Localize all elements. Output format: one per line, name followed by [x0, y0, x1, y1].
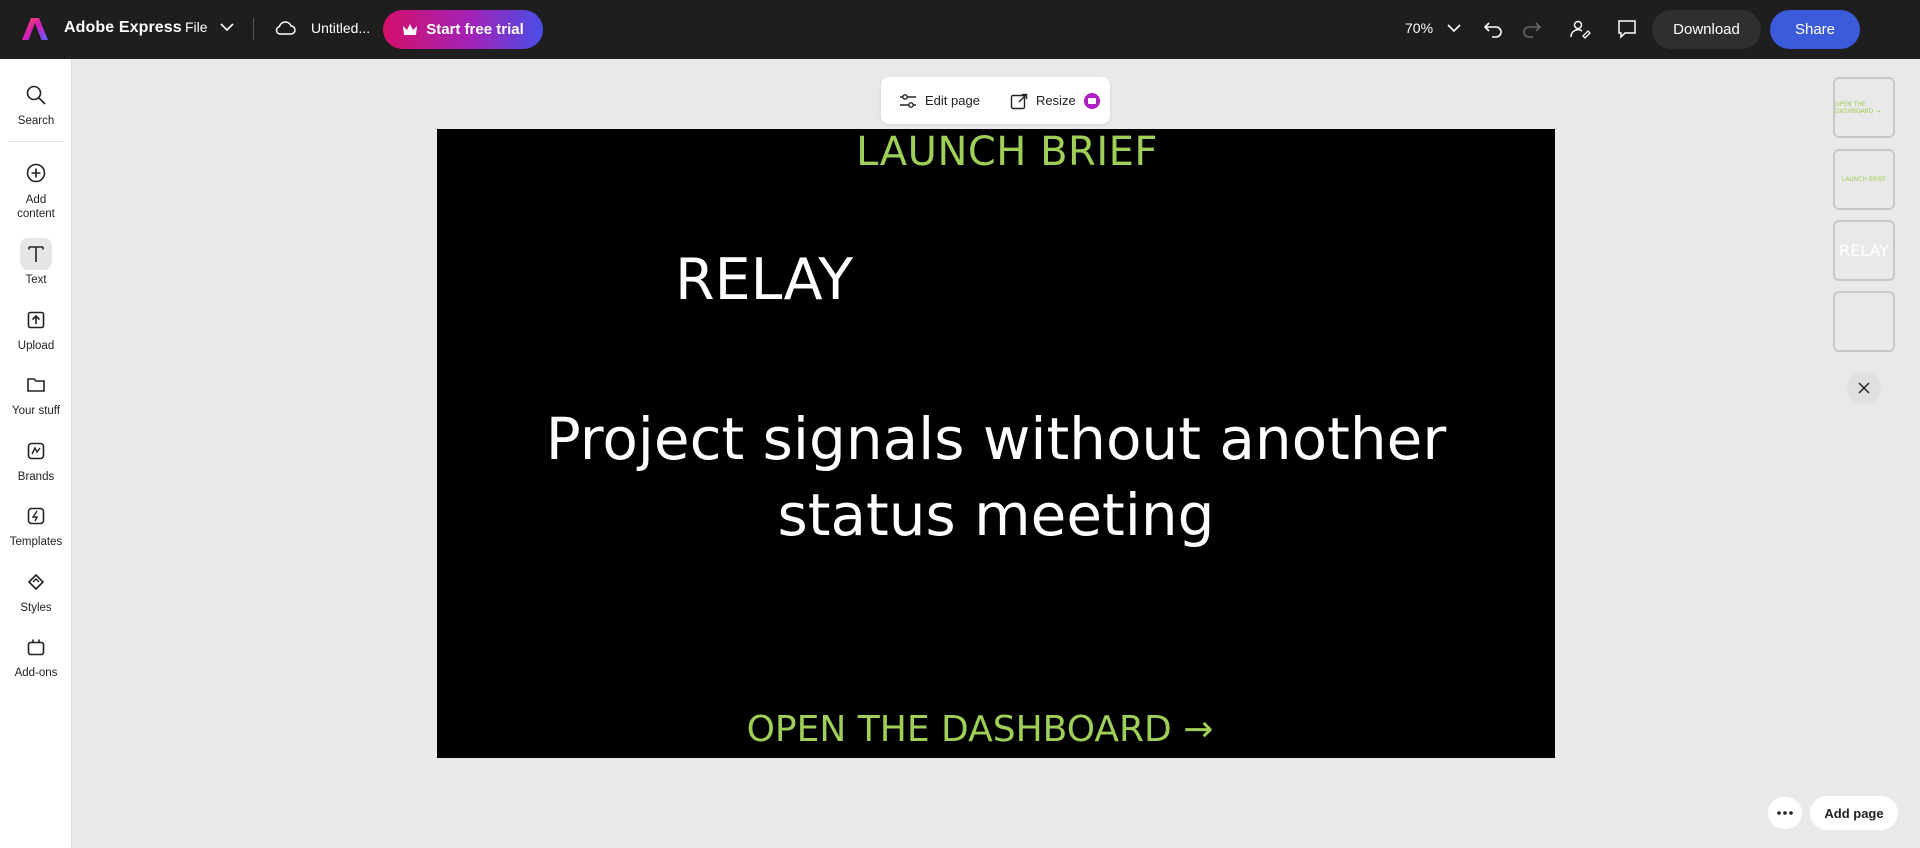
- slide-headline-text[interactable]: Project signals without another status m…: [477, 401, 1515, 553]
- top-bar: Adobe Express File Untitled... Start fre…: [0, 0, 1920, 59]
- rail-item-your-stuff[interactable]: Your stuff: [0, 369, 72, 417]
- chevron-down-icon: [219, 22, 234, 31]
- cloud-icon[interactable]: [274, 19, 296, 37]
- sliders-icon: [900, 93, 916, 108]
- close-thumbnails-button[interactable]: [1847, 371, 1881, 405]
- plus-circle-icon: [26, 163, 46, 183]
- slide-relay-text[interactable]: RELAY: [675, 247, 853, 313]
- file-menu[interactable]: File: [185, 19, 234, 35]
- rail-item-label: Styles: [20, 602, 52, 614]
- rail-item-label: Brands: [17, 471, 55, 483]
- addons-icon: [27, 639, 45, 656]
- resize-icon: [1010, 93, 1028, 109]
- rail-item-label: Add content: [17, 194, 55, 220]
- zoom-dropdown[interactable]: 70%: [1405, 20, 1461, 36]
- rail-item-label: Add-ons: [14, 667, 58, 679]
- share-button[interactable]: Share: [1770, 10, 1860, 49]
- thumbnail-label: LAUNCH BRIEF: [1841, 176, 1887, 183]
- divider: [253, 18, 254, 40]
- start-free-trial-button[interactable]: Start free trial: [383, 10, 543, 49]
- close-icon: [1858, 382, 1870, 394]
- upload-icon: [27, 311, 45, 329]
- add-page-button[interactable]: Add page: [1810, 796, 1898, 830]
- app-name: Adobe Express: [64, 19, 182, 36]
- rail-item-label: Search: [17, 115, 55, 127]
- crown-icon: [403, 23, 418, 35]
- resize-button[interactable]: Resize: [1010, 92, 1100, 110]
- rail-item-search[interactable]: Search: [0, 79, 72, 127]
- edit-page-button[interactable]: Edit page: [899, 93, 980, 109]
- templates-icon: [27, 507, 45, 525]
- rail-item-label: Your stuff: [12, 405, 60, 417]
- rail-item-label: Templates: [9, 536, 63, 548]
- start-free-trial-label: Start free trial: [426, 21, 524, 38]
- chevron-down-icon: [1447, 23, 1461, 32]
- page-thumbnail-4[interactable]: [1833, 291, 1895, 352]
- zoom-level: 70%: [1405, 20, 1434, 36]
- adobe-express-logo-icon[interactable]: [22, 17, 48, 41]
- slide-launch-brief-text[interactable]: LAUNCH BRIEF: [437, 129, 1555, 175]
- rail-item-label: Upload: [17, 340, 55, 352]
- rail-item-brands[interactable]: Brands: [0, 435, 72, 483]
- rail-item-label: Text: [25, 274, 47, 286]
- search-icon: [26, 85, 46, 105]
- rail-item-add-ons[interactable]: Add-ons: [0, 631, 72, 679]
- folder-icon: [27, 378, 45, 392]
- brand-icon: [27, 442, 45, 460]
- rail-item-text[interactable]: Text: [0, 238, 72, 286]
- text-icon: [28, 246, 44, 262]
- thumbnail-label: RELAY: [1839, 241, 1889, 260]
- rail-item-add-content[interactable]: Add content: [0, 157, 72, 221]
- undo-icon[interactable]: [1481, 17, 1505, 41]
- comment-icon[interactable]: [1615, 17, 1639, 41]
- rail-item-styles[interactable]: Styles: [0, 566, 72, 614]
- redo-icon[interactable]: [1520, 17, 1544, 41]
- download-button[interactable]: Download: [1652, 10, 1761, 49]
- document-title[interactable]: Untitled...: [311, 20, 370, 36]
- page-thumbnail-3[interactable]: RELAY: [1833, 220, 1895, 281]
- page-toolbar: Edit page Resize: [881, 77, 1110, 124]
- divider: [8, 141, 64, 142]
- rail-item-templates[interactable]: Templates: [0, 500, 72, 548]
- resize-label: Resize: [1035, 93, 1076, 108]
- more-horizontal-icon: [1777, 811, 1793, 815]
- collaborate-icon[interactable]: [1568, 17, 1592, 41]
- page-thumbnail-1[interactable]: OPEN THE DASHBOARD →: [1833, 77, 1895, 138]
- edit-page-label: Edit page: [925, 93, 980, 108]
- thumbnail-label: OPEN THE DASHBOARD →: [1835, 100, 1881, 115]
- slide-canvas[interactable]: LAUNCH BRIEF RELAY Project signals witho…: [437, 129, 1555, 758]
- page-thumbnail-2[interactable]: LAUNCH BRIEF: [1833, 149, 1895, 210]
- styles-icon: [27, 573, 45, 591]
- left-rail: Search Add content Text Upload Your stuf…: [0, 59, 72, 848]
- slide-cta-text[interactable]: OPEN THE DASHBOARD →: [437, 709, 1555, 750]
- premium-crown-icon: [1083, 92, 1100, 109]
- file-menu-label: File: [185, 19, 208, 35]
- more-options-button[interactable]: [1768, 797, 1802, 829]
- rail-item-upload[interactable]: Upload: [0, 304, 72, 352]
